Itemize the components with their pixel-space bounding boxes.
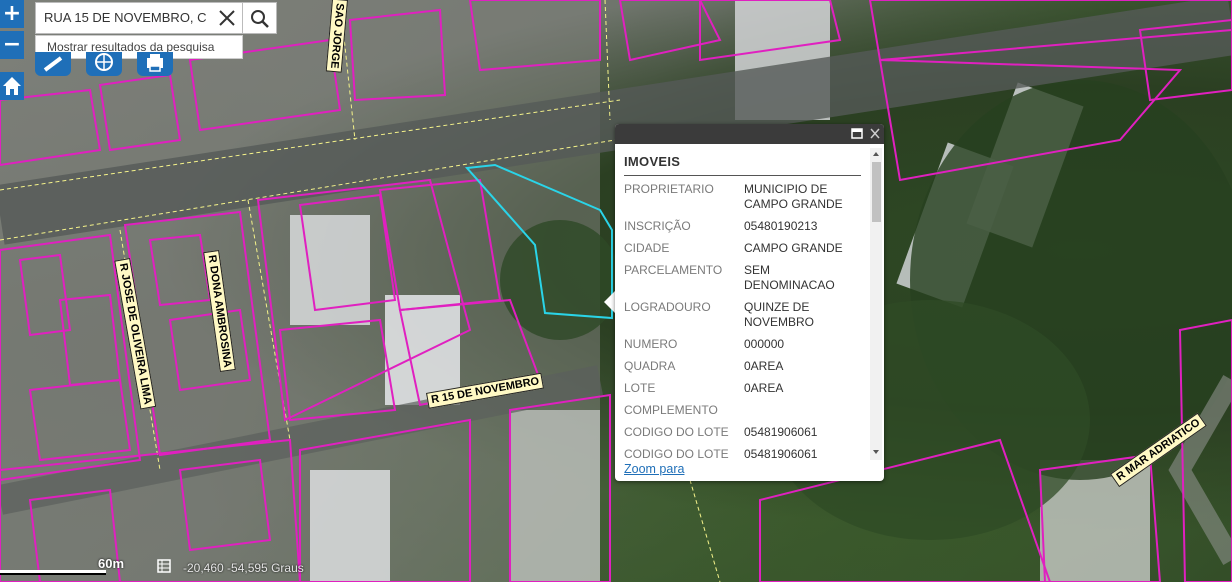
printer-icon — [147, 54, 163, 72]
globe-icon — [95, 53, 113, 71]
attribute-value: MUNICIPIO DE CAMPO GRANDE — [744, 182, 843, 211]
search-button[interactable] — [243, 2, 277, 34]
maximize-icon[interactable] — [851, 128, 863, 139]
popup-window-controls — [851, 128, 880, 139]
attribute-row: LOGRADOURO QUINZE DE NOVEMBRO — [624, 300, 868, 330]
zoom-to-link[interactable]: Zoom para — [624, 462, 684, 476]
scroll-thumb[interactable] — [872, 162, 881, 222]
basemap-button[interactable] — [86, 52, 122, 76]
popup-divider — [624, 175, 861, 176]
attribute-row: COMPLEMENTO — [624, 403, 868, 418]
search-input[interactable]: RUA 15 DE NOVEMBRO, CAMPO GRANDE — [44, 10, 206, 25]
coordinates-button[interactable] — [157, 559, 171, 573]
attribute-row: LOTE 0AREA — [624, 381, 868, 396]
home-icon — [3, 77, 21, 95]
attribute-value: 05481906061 — [744, 447, 818, 460]
attribute-list: PROPRIETARIO MUNICIPIO DE CAMPO GRANDE I… — [624, 182, 868, 460]
attribute-value: 0AREA — [744, 381, 784, 395]
ruler-icon — [43, 56, 63, 72]
attribute-row: NUMERO 000000 — [624, 337, 868, 352]
attribute-key: COMPLEMENTO — [624, 403, 718, 417]
close-icon — [219, 10, 235, 26]
print-button[interactable] — [137, 52, 173, 76]
attribute-value — [744, 403, 859, 418]
attribute-key: PARCELAMENTO — [624, 263, 723, 277]
search-icon — [251, 10, 269, 28]
attribute-row: PARCELAMENTO SEM DENOMINACAO — [624, 263, 868, 293]
feature-popup: IMOVEIS PROPRIETARIO MUNICIPIO DE CAMPO … — [615, 124, 884, 481]
attribute-row: CODIGO DO LOTE 05481906061 — [624, 447, 868, 460]
scroll-down-icon — [873, 450, 879, 454]
attribute-value: 000000 — [744, 337, 785, 351]
attribute-value: 05481906061 — [744, 425, 818, 439]
attribute-value: 05480190213 — [744, 219, 818, 233]
attribute-value: 0AREA — [744, 359, 784, 373]
attribute-key: INSCRIÇÃO — [624, 219, 691, 233]
attribute-value: CAMPO GRANDE — [744, 241, 843, 255]
attribute-key: CIDADE — [624, 241, 670, 255]
scroll-up-icon — [873, 152, 879, 156]
coordinates-readout: -20,460 -54,595 Graus — [183, 561, 304, 575]
attribute-key: CODIGO DO LOTE — [624, 425, 729, 439]
scale-label: 60m — [98, 556, 125, 571]
attribute-key: PROPRIETARIO — [624, 182, 714, 196]
popup-pointer — [604, 291, 615, 313]
scale-bar — [0, 570, 106, 575]
clear-search-button[interactable] — [216, 7, 238, 29]
attribute-key: QUADRA — [624, 359, 676, 373]
attribute-row: PROPRIETARIO MUNICIPIO DE CAMPO GRANDE — [624, 182, 868, 212]
attribute-row: CODIGO DO LOTE 05481906061 — [624, 425, 868, 440]
attribute-key: LOTE — [624, 381, 656, 395]
search-box[interactable]: RUA 15 DE NOVEMBRO, CAMPO GRANDE — [35, 2, 243, 34]
popup-title: IMOVEIS — [624, 154, 681, 169]
close-icon[interactable] — [870, 128, 880, 139]
attribute-row: QUADRA 0AREA — [624, 359, 868, 374]
attribute-key: CODIGO DO LOTE — [624, 447, 729, 460]
grid-icon — [157, 559, 171, 573]
zoom-in-button[interactable]: + — [0, 0, 24, 28]
measure-button[interactable] — [35, 52, 71, 76]
popup-scrollbar[interactable] — [870, 148, 882, 460]
attribute-key: NUMERO — [624, 337, 678, 351]
attribute-row: CIDADE CAMPO GRANDE — [624, 241, 868, 256]
attribute-key: LOGRADOURO — [624, 300, 711, 314]
attribute-row: INSCRIÇÃO 05480190213 — [624, 219, 868, 234]
popup-titlebar — [615, 124, 884, 144]
zoom-out-button[interactable]: − — [0, 31, 24, 59]
attribute-value: QUINZE DE NOVEMBRO — [744, 300, 815, 329]
home-button[interactable] — [0, 72, 24, 100]
attribute-value: SEM DENOMINACAO — [744, 263, 835, 292]
